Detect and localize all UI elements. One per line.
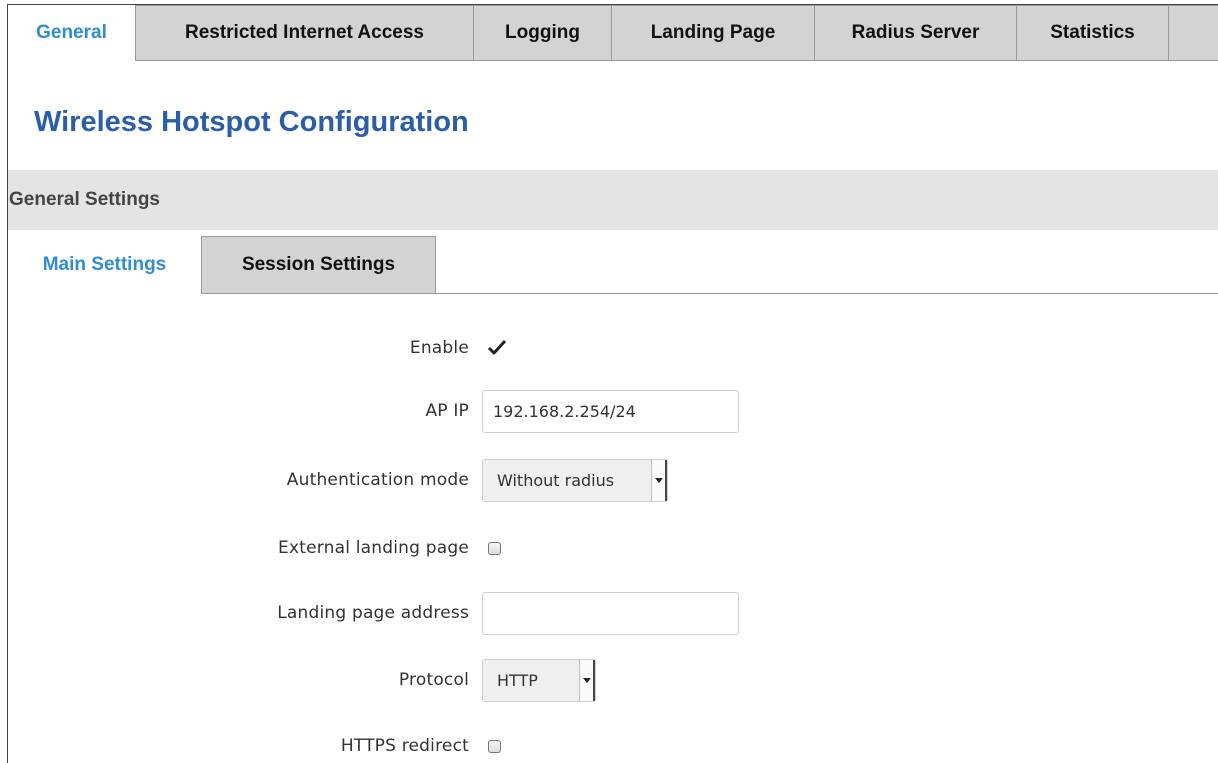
tab-bar-filler [1169,5,1218,60]
external-landing-label: External landing page [278,538,469,558]
auth-mode-value: Without radius [497,470,615,490]
ap-ip-label: AP IP [425,401,469,421]
chevron-down-icon [651,459,667,501]
protocol-value: HTTP [497,670,538,690]
form-row-protocol: Protocol HTTP [8,658,1218,702]
form-row-auth-mode: Authentication mode Without radius [8,458,1218,502]
tab-restricted-internet-access[interactable]: Restricted Internet Access [136,5,474,60]
form-row-external-landing: External landing page [8,526,1218,570]
tab-session-settings[interactable]: Session Settings [202,236,436,293]
section-header-label: General Settings [9,189,160,210]
protocol-label: Protocol [398,670,469,690]
tab-main-settings[interactable]: Main Settings [8,236,202,294]
page-title: Wireless Hotspot Configuration [34,106,469,138]
form-row-https-redirect: HTTPS redirect [8,724,1218,763]
enable-label: Enable [409,338,469,358]
form-row-enable: Enable [8,326,1218,370]
external-landing-checkbox[interactable] [488,541,501,555]
auth-mode-label: Authentication mode [286,470,469,490]
tab-landing-page[interactable]: Landing Page [612,5,815,60]
form-row-landing-address: Landing page address [8,591,1218,635]
section-header: General Settings [8,170,1218,230]
chevron-down-icon [579,659,595,701]
tab-logging[interactable]: Logging [474,5,612,60]
top-tab-bar: General Restricted Internet Access Loggi… [8,5,1218,61]
tab-statistics[interactable]: Statistics [1017,5,1169,60]
https-redirect-label: HTTPS redirect [340,736,469,756]
enable-checkbox-checked-icon[interactable] [487,339,507,357]
ap-ip-input[interactable] [482,389,739,433]
landing-address-input[interactable] [482,591,739,635]
auth-mode-select[interactable]: Without radius [482,458,668,502]
main-frame: General Restricted Internet Access Loggi… [7,4,1218,763]
landing-address-label: Landing page address [277,603,469,623]
tab-general[interactable]: General [8,5,136,61]
https-redirect-checkbox[interactable] [488,739,501,753]
protocol-select[interactable]: HTTP [482,658,596,702]
tab-radius-server[interactable]: Radius Server [815,5,1017,60]
sub-tab-bar: Main Settings Session Settings [8,236,1218,294]
form-row-ap-ip: AP IP [8,389,1218,433]
